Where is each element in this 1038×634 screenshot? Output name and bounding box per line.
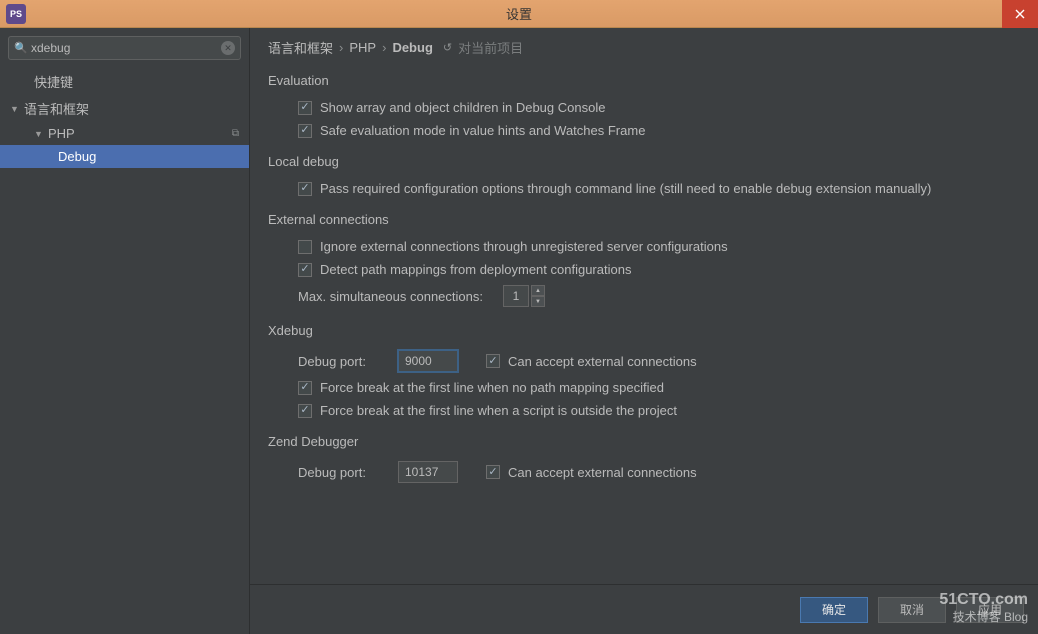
checkbox-label: Can accept external connections [508,354,697,369]
clear-search-icon[interactable]: ✕ [221,41,235,55]
apply-button[interactable]: 应用 [956,597,1024,623]
section-xdebug: Xdebug [268,323,1020,338]
checkbox-label: Force break at the first line when no pa… [320,380,664,395]
spinner-down-icon[interactable]: ▼ [531,296,545,307]
tree-label: PHP [48,126,75,141]
tree-label: Debug [58,149,96,164]
checkbox-show-array-children[interactable] [298,101,312,115]
breadcrumb-scope: 对当前项目 [458,38,523,57]
tree-label: 语言和框架 [24,99,89,118]
ok-button[interactable]: 确定 [800,597,868,623]
tree-item-debug[interactable]: Debug [0,145,249,168]
titlebar: PS 设置 [0,0,1038,28]
checkbox-label: Ignore external connections through unre… [320,239,728,254]
checkbox-label: Pass required configuration options thro… [320,181,931,196]
reset-icon[interactable]: ↺ [443,41,452,54]
tree-item-php[interactable]: ▼ PHP ⧉ [0,122,249,145]
breadcrumb-sep: › [339,40,343,55]
checkbox-safe-eval[interactable] [298,124,312,138]
xdebug-port-label: Debug port: [298,354,390,369]
checkbox-force-break-nomap[interactable] [298,381,312,395]
sidebar: 🔍 ✕ 快捷键 ▼ 语言和框架 ▼ PHP ⧉ Debug [0,28,250,634]
checkbox-label: Detect path mappings from deployment con… [320,262,631,277]
chevron-down-icon: ▼ [34,129,44,139]
tree-item-languages[interactable]: ▼ 语言和框架 [0,95,249,122]
max-conn-label: Max. simultaneous connections: [298,289,483,304]
close-button[interactable] [1002,0,1038,28]
checkbox-label: Can accept external connections [508,465,697,480]
checkbox-detect-mappings[interactable] [298,263,312,277]
app-icon: PS [6,4,26,24]
breadcrumb: 语言和框架 › PHP › Debug ↺ 对当前项目 [250,28,1038,67]
zend-port-input[interactable] [398,461,458,483]
content-area: 语言和框架 › PHP › Debug ↺ 对当前项目 Evaluation S… [250,28,1038,634]
checkbox-force-break-outside[interactable] [298,404,312,418]
cancel-button[interactable]: 取消 [878,597,946,623]
section-external: External connections [268,212,1020,227]
search-box: 🔍 ✕ [8,36,241,60]
breadcrumb-current: Debug [392,40,432,55]
breadcrumb-sep: › [382,40,386,55]
xdebug-port-input[interactable] [398,350,458,372]
checkbox-label: Safe evaluation mode in value hints and … [320,123,645,138]
settings-panel[interactable]: Evaluation Show array and object childre… [250,67,1038,584]
settings-tree: 快捷键 ▼ 语言和框架 ▼ PHP ⧉ Debug [0,68,249,634]
section-local-debug: Local debug [268,154,1020,169]
window-title: 设置 [506,4,532,23]
close-icon [1015,9,1025,19]
breadcrumb-part: PHP [349,40,376,55]
checkbox-zend-accept-external[interactable] [486,465,500,479]
chevron-down-icon: ▼ [10,104,20,114]
search-icon: 🔍 [14,42,28,55]
checkbox-label: Show array and object children in Debug … [320,100,605,115]
checkbox-xdebug-accept-external[interactable] [486,354,500,368]
tree-label: 快捷键 [34,72,73,91]
spinner-up-icon[interactable]: ▲ [531,285,545,296]
section-evaluation: Evaluation [268,73,1020,88]
tree-item-keymap[interactable]: 快捷键 [0,68,249,95]
search-input[interactable] [8,36,241,60]
zend-port-label: Debug port: [298,465,390,480]
checkbox-label: Force break at the first line when a scr… [320,403,677,418]
checkbox-pass-config[interactable] [298,182,312,196]
section-zend: Zend Debugger [268,434,1020,449]
dialog-footer: 确定 取消 应用 [250,584,1038,634]
max-conn-input[interactable] [503,285,529,307]
copy-icon: ⧉ [232,128,239,139]
max-conn-spinner: ▲ ▼ [503,285,545,307]
checkbox-ignore-external[interactable] [298,240,312,254]
breadcrumb-part: 语言和框架 [268,38,333,57]
